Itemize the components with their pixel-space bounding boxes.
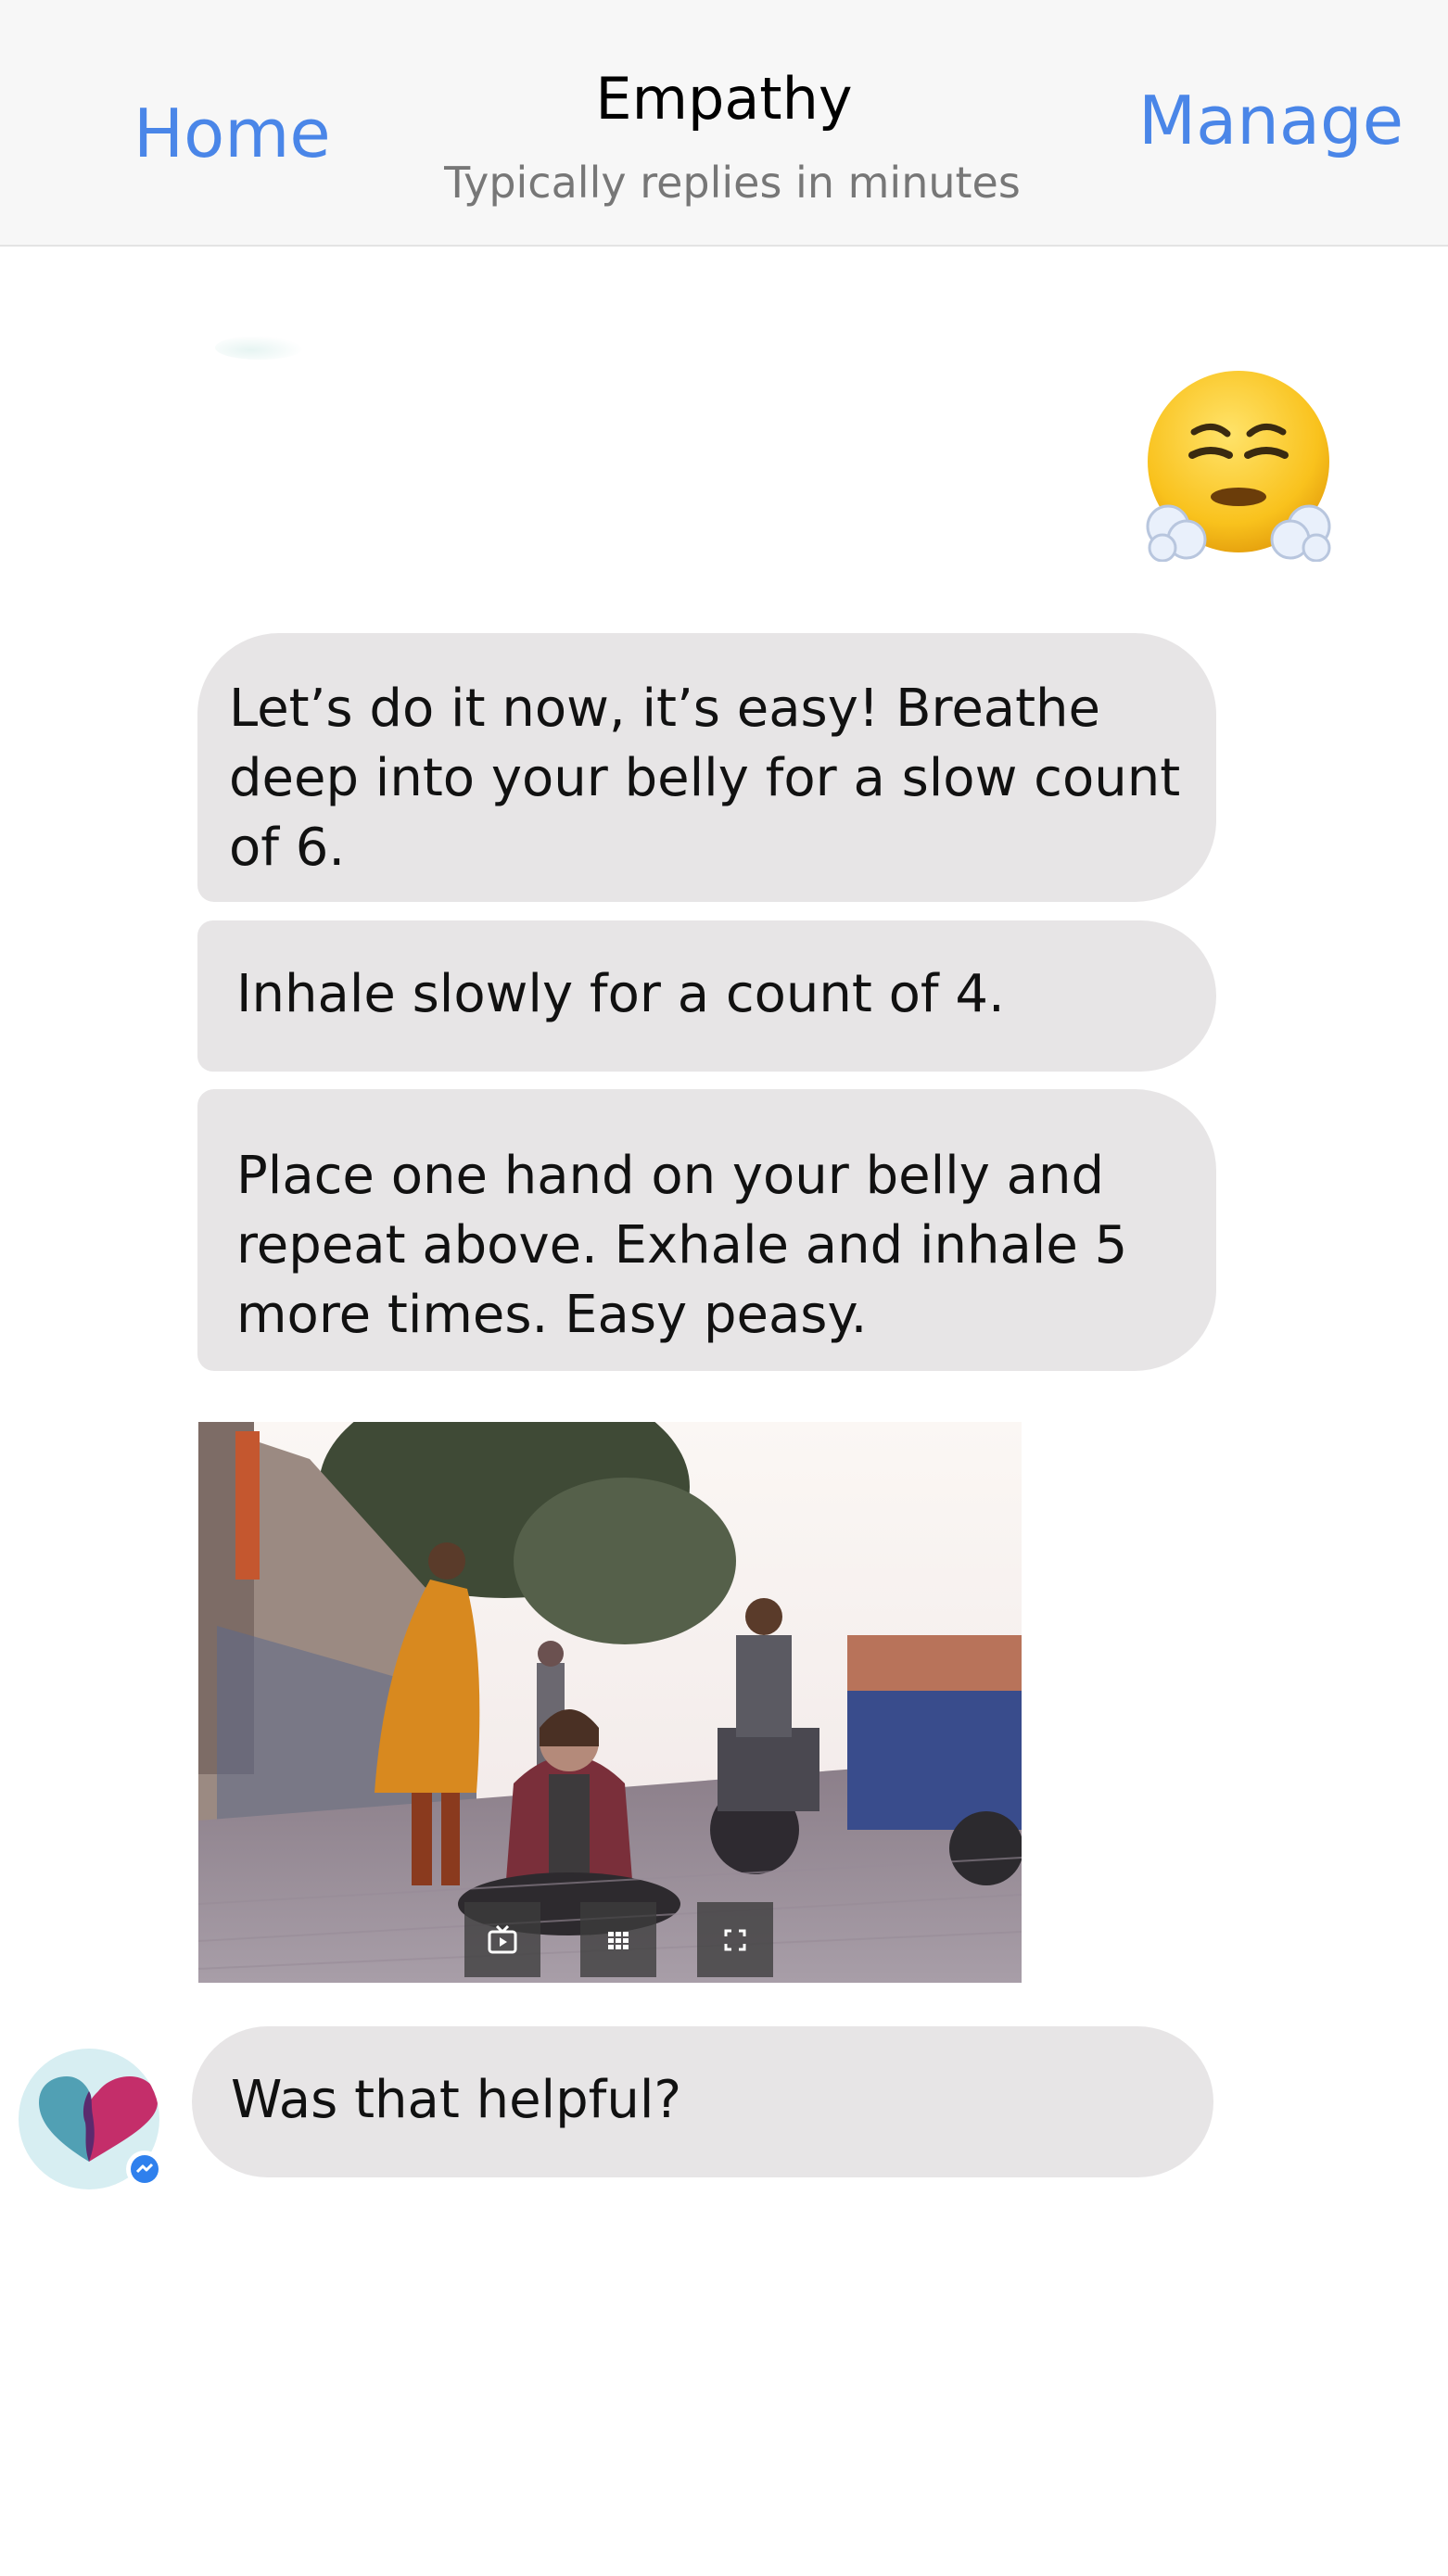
message-bubble: Place one hand on your belly and repeat … xyxy=(197,1089,1216,1371)
message-bubble: Inhale slowly for a count of 4. xyxy=(197,920,1216,1072)
meditation-photo[interactable] xyxy=(198,1422,1022,1983)
faint-avatar-remnant xyxy=(215,336,304,360)
chat-header: Home Empathy Typically replies in minute… xyxy=(0,0,1448,247)
messenger-icon xyxy=(126,2151,163,2188)
steam-from-nose-emoji xyxy=(1146,367,1339,563)
fullscreen-icon[interactable] xyxy=(697,1902,773,1977)
message-bubble: Let’s do it now, it’s easy! Breathe deep… xyxy=(197,633,1216,902)
message-bubble: Was that helpful? xyxy=(192,2026,1213,2177)
grid-icon[interactable] xyxy=(580,1902,656,1977)
reply-time-subtitle: Typically replies in minutes xyxy=(444,158,1021,208)
tv-icon[interactable] xyxy=(464,1902,540,1977)
manage-button[interactable]: Manage xyxy=(1138,87,1404,154)
